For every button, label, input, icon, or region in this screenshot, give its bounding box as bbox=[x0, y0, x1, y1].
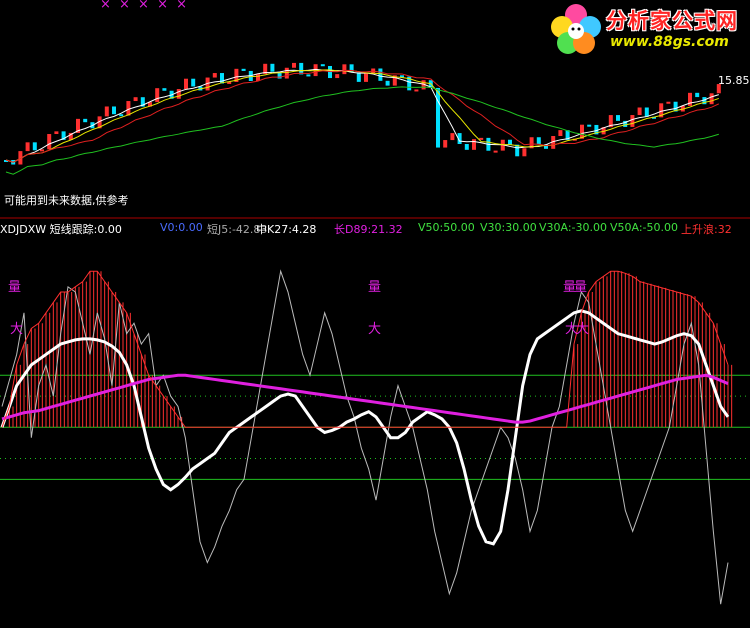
flower-logo-icon bbox=[551, 4, 601, 54]
candle bbox=[162, 88, 167, 91]
future-data-note: 可能用到未来数据,供参考 bbox=[4, 194, 129, 207]
candle bbox=[54, 131, 59, 135]
candle bbox=[644, 107, 649, 117]
series-line-2 bbox=[1, 373, 729, 424]
mark-liang-4: 量 bbox=[574, 280, 588, 295]
header-long: 长D89:21.32 bbox=[334, 223, 403, 236]
header-mid: 中K27:4.28 bbox=[256, 223, 317, 236]
candle bbox=[385, 80, 390, 86]
header-rise: 上升浪:32 bbox=[681, 223, 732, 236]
candle bbox=[292, 62, 296, 68]
candle bbox=[306, 74, 311, 77]
candle bbox=[443, 140, 448, 148]
candle bbox=[299, 62, 304, 75]
candle bbox=[666, 101, 671, 104]
candle bbox=[241, 68, 246, 71]
candle bbox=[436, 87, 440, 148]
candle bbox=[630, 115, 635, 127]
candle bbox=[450, 133, 455, 141]
indicator-lines bbox=[0, 269, 730, 605]
candle bbox=[493, 150, 498, 153]
mark-da-2: 大 bbox=[368, 322, 382, 337]
candle bbox=[414, 89, 419, 92]
candle bbox=[40, 149, 44, 152]
candle bbox=[587, 124, 592, 127]
candle bbox=[356, 72, 361, 82]
candle bbox=[112, 106, 116, 115]
candle bbox=[270, 63, 275, 72]
header-v0: V0:0.00 bbox=[160, 221, 203, 234]
price-label: 15.85 bbox=[718, 74, 750, 87]
header-v50: V50:50.00 bbox=[418, 221, 475, 234]
series-line-3 bbox=[1, 270, 729, 428]
header-v30a: V30A:-30.00 bbox=[539, 221, 608, 234]
candle bbox=[191, 78, 196, 87]
candle bbox=[104, 106, 109, 117]
logo-title: 分析家公式网 bbox=[606, 9, 738, 33]
candle bbox=[83, 118, 88, 123]
candle bbox=[709, 93, 714, 105]
price-panel bbox=[4, 62, 721, 175]
candle bbox=[119, 114, 124, 117]
candle bbox=[558, 130, 563, 137]
indicator-header: XDJDXW 短线跟踪:0.00 V0:0.00 短J5:-42.83 中K27… bbox=[0, 219, 750, 237]
mark-liang-2: 量 bbox=[368, 280, 382, 295]
candle bbox=[378, 68, 383, 81]
candle bbox=[220, 73, 224, 84]
candle bbox=[536, 137, 541, 145]
header-indicator: XDJDXW 短线跟踪:0.00 bbox=[0, 223, 122, 236]
candle bbox=[364, 73, 368, 82]
candle bbox=[508, 139, 512, 145]
candle bbox=[284, 67, 289, 79]
candle bbox=[25, 142, 30, 152]
candle bbox=[256, 74, 260, 82]
header-v30: V30:30.00 bbox=[480, 221, 537, 234]
candle bbox=[464, 143, 469, 150]
candle bbox=[320, 64, 325, 67]
candle bbox=[155, 88, 160, 103]
candle bbox=[522, 148, 527, 157]
logo-url: www.88gs.com bbox=[610, 34, 729, 50]
candle bbox=[47, 134, 52, 150]
candle bbox=[616, 115, 620, 121]
candle bbox=[637, 107, 642, 116]
mark-liang-1: 量 bbox=[8, 280, 22, 295]
candle bbox=[335, 74, 340, 79]
candle bbox=[184, 78, 188, 90]
candle bbox=[133, 97, 138, 102]
candle bbox=[126, 101, 131, 116]
candle bbox=[212, 73, 217, 78]
site-logo: 分析家公式网 www.88gs.com bbox=[548, 3, 748, 57]
candle bbox=[342, 64, 347, 75]
mark-da-1: 大 bbox=[10, 322, 24, 337]
series-line-0 bbox=[1, 269, 729, 605]
candle bbox=[515, 144, 520, 157]
stock-chart bbox=[0, 62, 750, 605]
mark-da-4: 大 bbox=[576, 322, 590, 337]
candle bbox=[176, 89, 181, 99]
top-markers: × × × × × bbox=[100, 0, 189, 12]
candle bbox=[695, 92, 700, 98]
candle bbox=[32, 142, 37, 151]
candle bbox=[472, 139, 476, 150]
header-v50a: V50A:-50.00 bbox=[610, 221, 679, 234]
